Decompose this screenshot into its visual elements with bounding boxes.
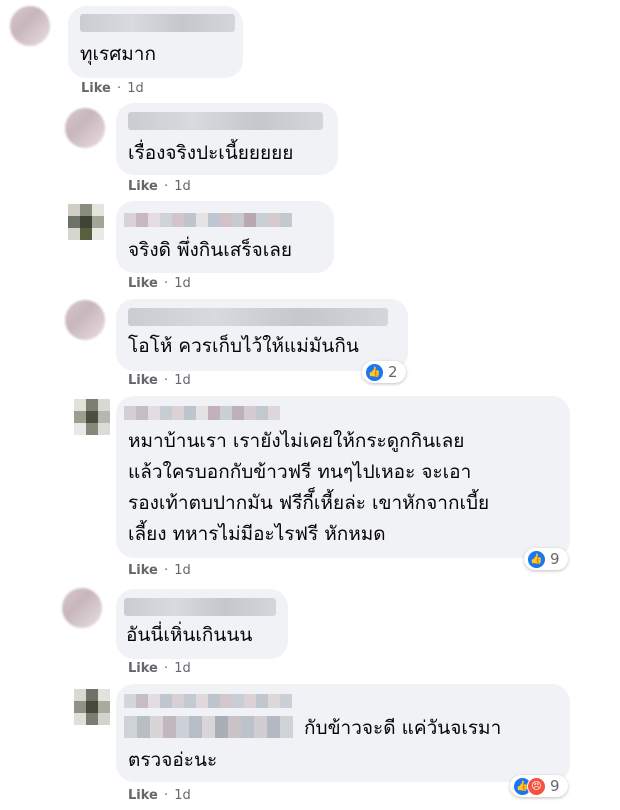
author-name[interactable] [128, 308, 388, 326]
comment-text: โอโห้ ควรเก็บไว้ให้แม่มันกิน [128, 335, 359, 357]
comment-text-line: กับข้าวจะดี แค่วันจเรมา [304, 717, 502, 739]
timestamp[interactable]: 1d [174, 276, 191, 291]
comment-text: จริงดิ พึ่งกินเสร็จเลย [128, 239, 292, 261]
timestamp[interactable]: 1d [174, 563, 191, 578]
comment-bubble: กับข้าวจะดี แค่วันจเรมา ตรวจอ่ะนะ [116, 684, 570, 782]
comment-text: อันนี่เหิ่นเกินนน [126, 624, 253, 646]
comment-text: ทุเรศมาก [80, 43, 156, 65]
blurred-mention[interactable] [124, 716, 293, 738]
author-name[interactable] [128, 112, 323, 130]
comment-text-line: แล้วใครบอกกับข้าวฟรี ทนๆไปเหอะ จะเอา [128, 461, 472, 483]
like-link[interactable]: Like [128, 788, 158, 803]
avatar[interactable] [65, 300, 105, 340]
comment-bubble: จริงดิ พึ่งกินเสร็จเลย [116, 201, 334, 273]
timestamp[interactable]: 1d [174, 373, 191, 388]
comment-bubble: ทุเรศมาก [68, 6, 243, 78]
separator: · [164, 276, 169, 291]
timestamp[interactable]: 1d [127, 81, 144, 96]
reaction-count: 9 [550, 550, 560, 568]
comment-meta: Like · 1d [128, 661, 191, 676]
author-name[interactable] [124, 213, 292, 227]
comment-meta: Like · 1d [128, 788, 191, 803]
timestamp[interactable]: 1d [174, 661, 191, 676]
avatar[interactable] [65, 108, 105, 148]
timestamp[interactable]: 1d [174, 788, 191, 803]
comment-meta: Like · 1d [81, 81, 144, 96]
author-name[interactable] [124, 406, 280, 420]
separator: · [164, 563, 169, 578]
comment-meta: Like · 1d [128, 179, 191, 194]
separator: · [164, 788, 169, 803]
separator: · [164, 373, 169, 388]
angry-icon: 😠 [527, 776, 546, 796]
reaction-summary[interactable]: 👍 2 [362, 361, 406, 383]
like-link[interactable]: Like [128, 276, 158, 291]
like-icon: 👍 [365, 362, 384, 382]
comment-meta: Like · 1d [128, 563, 191, 578]
timestamp[interactable]: 1d [174, 179, 191, 194]
comment-bubble: อันนี่เหิ่นเกินนน [116, 589, 288, 659]
reaction-count: 2 [388, 363, 398, 381]
comment-bubble: หมาบ้านเรา เรายังไม่เคยให้กระดูกกินเลย แ… [116, 396, 570, 558]
like-link[interactable]: Like [128, 661, 158, 676]
comment-text-line: รองเท้าตบปากมัน ฟรีกี็เหี้ยล่ะ เขาหักจาก… [128, 492, 490, 514]
reaction-summary[interactable]: 👍 9 [524, 548, 568, 570]
comment-text-line: เลี้ยง ทหารไม่มีอะไรฟรี หักหมด [128, 523, 386, 545]
like-link[interactable]: Like [128, 563, 158, 578]
comment-text-line: ตรวจอ่ะนะ [128, 749, 218, 771]
reaction-count: 9 [550, 777, 560, 795]
avatar[interactable] [62, 588, 102, 628]
comment-text: เรื่องจริงปะเนี้ยยยยย [128, 142, 294, 164]
like-link[interactable]: Like [128, 179, 158, 194]
author-name[interactable] [124, 598, 276, 616]
comment-bubble: เรื่องจริงปะเนี้ยยยยย [116, 103, 338, 175]
author-name[interactable] [124, 694, 292, 708]
comment-bubble: โอโห้ ควรเก็บไว้ให้แม่มันกิน [116, 299, 408, 371]
like-link[interactable]: Like [81, 81, 111, 96]
avatar[interactable] [10, 6, 50, 46]
like-link[interactable]: Like [128, 373, 158, 388]
reaction-summary[interactable]: 👍 😠 9 [510, 775, 568, 797]
avatar[interactable] [68, 204, 104, 240]
avatar[interactable] [74, 689, 110, 725]
like-icon: 👍 [527, 549, 546, 569]
separator: · [117, 81, 122, 96]
separator: · [164, 179, 169, 194]
comment-meta: Like · 1d [128, 373, 191, 388]
comment-text-line: หมาบ้านเรา เรายังไม่เคยให้กระดูกกินเลย [128, 430, 465, 452]
separator: · [164, 661, 169, 676]
author-name[interactable] [80, 14, 235, 32]
avatar[interactable] [74, 399, 110, 435]
comment-meta: Like · 1d [128, 276, 191, 291]
